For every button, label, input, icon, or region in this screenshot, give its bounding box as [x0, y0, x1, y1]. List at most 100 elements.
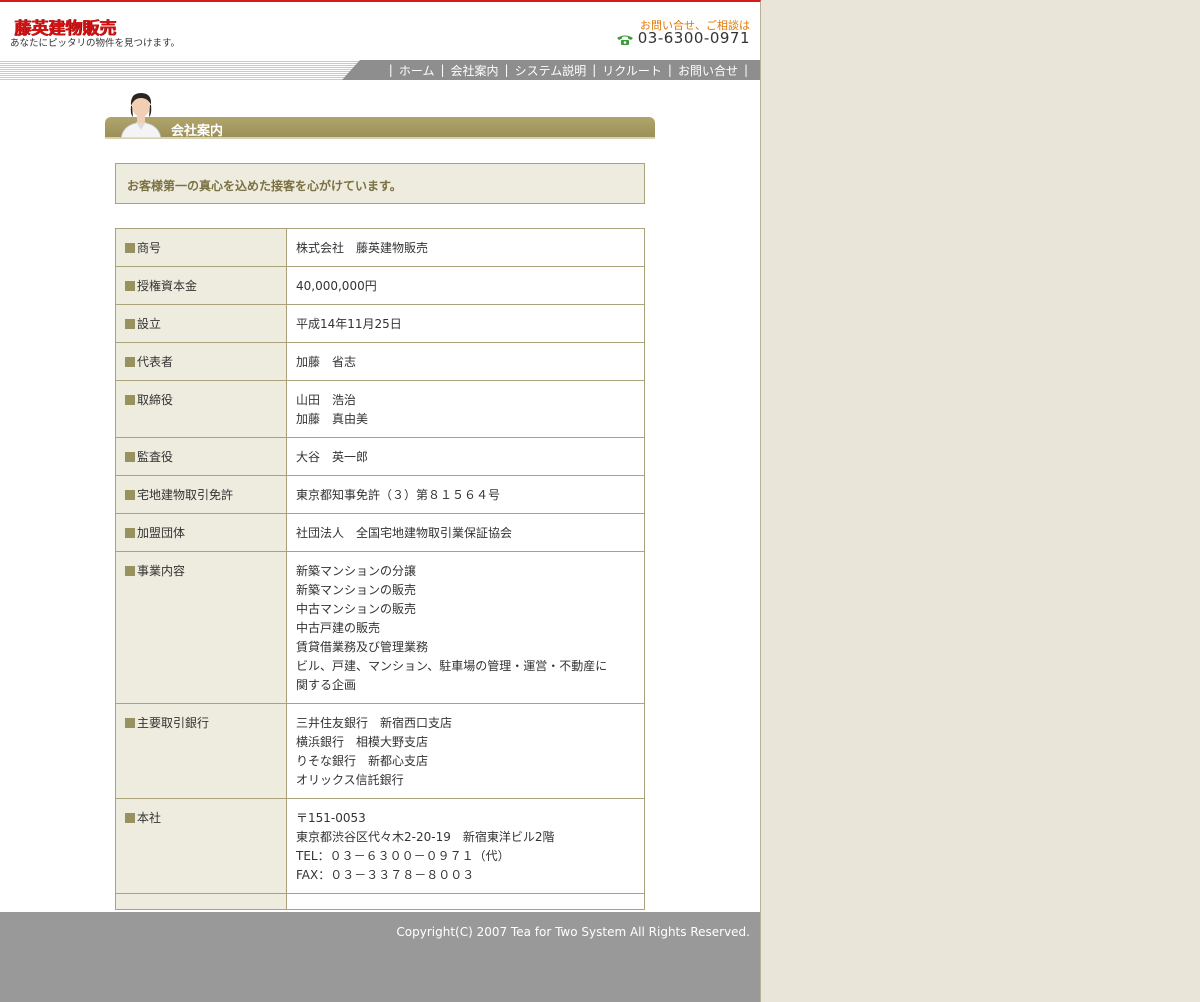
section-heading: 会社案内 — [105, 90, 655, 140]
contact-phone-number: 03-6300-0971 — [637, 29, 750, 47]
empty-label-cell — [115, 893, 287, 910]
nav-separator: | — [592, 63, 597, 77]
row-value-line: ビル、戸建、マンション、駐車場の管理・運営・不動産に — [296, 659, 608, 673]
row-value-line: 新築マンションの分譲 — [296, 564, 417, 578]
table-row-empty — [115, 893, 645, 910]
company-info-body: 商号 株式会社 藤英建物販売授権資本金 40,000,000円設立 平成14年11月2… — [115, 228, 645, 910]
nav-separator: | — [504, 63, 509, 77]
row-value-line: TEL：０３－６３００－０９７１（代） — [296, 849, 510, 863]
row-label: 設立 — [137, 317, 162, 331]
row-value-line: 山田 浩治 — [296, 393, 357, 407]
square-bullet-icon — [125, 281, 135, 291]
square-bullet-icon — [125, 566, 135, 576]
row-label-cell: 加盟団体 — [115, 513, 287, 552]
intro-text: お客様第一の真心を込めた接客を心がけています。 — [127, 179, 402, 193]
main-nav: | ホーム | 会社案内 | システム説明 | リクルート | お問い合せ | — [0, 60, 760, 80]
contact-phone: 03-6300-0971 — [616, 29, 750, 47]
square-bullet-icon — [125, 490, 135, 500]
nav-item-company[interactable]: 会社案内 — [451, 62, 499, 79]
row-value-line: 賃貸借業務及び管理業務 — [296, 640, 429, 654]
row-value-line: 東京都渋谷区代々木2-20-19 新宿東洋ビル2階 — [296, 830, 555, 844]
row-value-cell: 社団法人 全国宅地建物取引業保証協会 — [286, 513, 645, 552]
intro-box: お客様第一の真心を込めた接客を心がけています。 — [115, 163, 645, 204]
row-value-cell: 株式会社 藤英建物販売 — [286, 228, 645, 267]
table-row: 商号 株式会社 藤英建物販売 — [115, 228, 645, 267]
table-row: 取締役 山田 浩治加藤 真由美 — [115, 380, 645, 438]
nav-items: | ホーム | 会社案内 | システム説明 | リクルート | お問い合せ | — [383, 60, 754, 80]
table-row: 主要取引銀行 三井住友銀行 新宿西口支店 横浜銀行 相模大野支店 りそな銀行 新都心支… — [115, 703, 645, 799]
row-label: 取締役 — [137, 393, 174, 407]
table-row: 設立 平成14年11月25日 — [115, 304, 645, 343]
row-label: 加盟団体 — [137, 526, 186, 540]
row-label: 監査役 — [137, 450, 174, 464]
site-header: 藤英建物販売 あなたにピッタリの物件を見つけます。 お問い合せ、ご相談は 03-… — [0, 2, 760, 60]
row-label-cell: 事業内容 — [115, 551, 287, 704]
row-value-line: 横浜銀行 相模大野支店 — [296, 735, 429, 749]
square-bullet-icon — [125, 395, 135, 405]
row-value-line: 関する企画 — [296, 678, 357, 692]
row-label-cell: 設立 — [115, 304, 287, 343]
table-row: 授権資本金 40,000,000円 — [115, 266, 645, 305]
row-label-cell: 監査役 — [115, 437, 287, 476]
nav-item-recruit[interactable]: リクルート — [602, 62, 662, 79]
site-tagline: あなたにピッタリの物件を見つけます。 — [10, 38, 181, 49]
section-title: 会社案内 — [171, 124, 224, 139]
row-label: 主要取引銀行 — [137, 716, 210, 730]
row-value-line: 三井住友銀行 新宿西口支店 — [296, 716, 453, 730]
row-value-line: 中古マンションの販売 — [296, 602, 417, 616]
row-label: 事業内容 — [137, 564, 186, 578]
row-value-cell: 東京都知事免許（３）第８１５６４号 — [286, 475, 645, 514]
table-row: 事業内容 新築マンションの分譲 新築マンションの販売 中古マンションの販売 中古戸建の販… — [115, 551, 645, 704]
square-bullet-icon — [125, 528, 135, 538]
table-row: 代表者 加藤 省志 — [115, 342, 645, 381]
row-value-line: 社団法人 全国宅地建物取引業保証協会 — [296, 526, 513, 540]
page: 藤英建物販売 あなたにピッタリの物件を見つけます。 お問い合せ、ご相談は 03-… — [0, 0, 761, 1002]
nav-stripes — [0, 60, 360, 80]
site-footer: Copyright(C) 2007 Tea for Two System All… — [0, 912, 760, 1002]
company-info-table: 商号 株式会社 藤英建物販売授権資本金 40,000,000円設立 平成14年11月2… — [115, 228, 645, 910]
row-value-line: 東京都知事免許（３）第８１５６４号 — [296, 488, 501, 502]
row-value-cell: 新築マンションの分譲 新築マンションの販売 中古マンションの販売 中古戸建の販売 賃貸借… — [286, 551, 645, 704]
nav-item-contact[interactable]: お問い合せ — [678, 62, 738, 79]
row-label: 宅地建物取引免許 — [137, 488, 234, 502]
square-bullet-icon — [125, 319, 135, 329]
row-label-cell: 主要取引銀行 — [115, 703, 287, 799]
nav-item-home[interactable]: ホーム — [399, 62, 435, 79]
row-value-line: FAX：０３－３３７８－８００３ — [296, 868, 475, 882]
row-value-cell: 大谷 英一郎 — [286, 437, 645, 476]
table-row: 本社 〒151-0053 東京都渋谷区代々木2-20-19 新宿東洋ビル2階 TEL：… — [115, 798, 645, 894]
row-value-cell: 平成14年11月25日 — [286, 304, 645, 343]
row-label-cell: 授権資本金 — [115, 266, 287, 305]
table-row: 監査役 大谷 英一郎 — [115, 437, 645, 476]
row-label-cell: 商号 — [115, 228, 287, 267]
row-value-cell: 〒151-0053 東京都渋谷区代々木2-20-19 新宿東洋ビル2階 TEL：０３… — [286, 798, 645, 894]
square-bullet-icon — [125, 357, 135, 367]
copyright: Copyright(C) 2007 Tea for Two System All… — [396, 925, 750, 939]
row-label-cell: 取締役 — [115, 380, 287, 438]
nav-separator: | — [388, 63, 393, 77]
phone-icon — [616, 32, 634, 45]
nav-separator: | — [440, 63, 445, 77]
row-value-cell: 山田 浩治加藤 真由美 — [286, 380, 645, 438]
row-label-cell: 宅地建物取引免許 — [115, 475, 287, 514]
nav-separator: | — [667, 63, 672, 77]
table-row: 加盟団体 社団法人 全国宅地建物取引業保証協会 — [115, 513, 645, 552]
row-value-cell: 三井住友銀行 新宿西口支店 横浜銀行 相模大野支店 りそな銀行 新都心支店 オリックス… — [286, 703, 645, 799]
row-label-cell: 代表者 — [115, 342, 287, 381]
square-bullet-icon — [125, 452, 135, 462]
row-value-cell: 40,000,000円 — [286, 266, 645, 305]
row-value-line: 中古戸建の販売 — [296, 621, 381, 635]
row-value-line: 40,000,000円 — [296, 279, 377, 293]
square-bullet-icon — [125, 243, 135, 253]
row-value-line: りそな銀行 新都心支店 — [296, 754, 429, 768]
row-value-line: 株式会社 藤英建物販売 — [296, 241, 429, 255]
row-value-line: 加藤 真由美 — [296, 412, 369, 426]
row-label: 商号 — [137, 241, 162, 255]
row-value-line: 〒151-0053 — [296, 811, 366, 825]
row-label-cell: 本社 — [115, 798, 287, 894]
row-label: 授権資本金 — [137, 279, 198, 293]
nav-item-system[interactable]: システム説明 — [515, 62, 587, 79]
nav-separator: | — [743, 63, 748, 77]
table-row: 宅地建物取引免許 東京都知事免許（３）第８１５６４号 — [115, 475, 645, 514]
row-value-cell: 加藤 省志 — [286, 342, 645, 381]
